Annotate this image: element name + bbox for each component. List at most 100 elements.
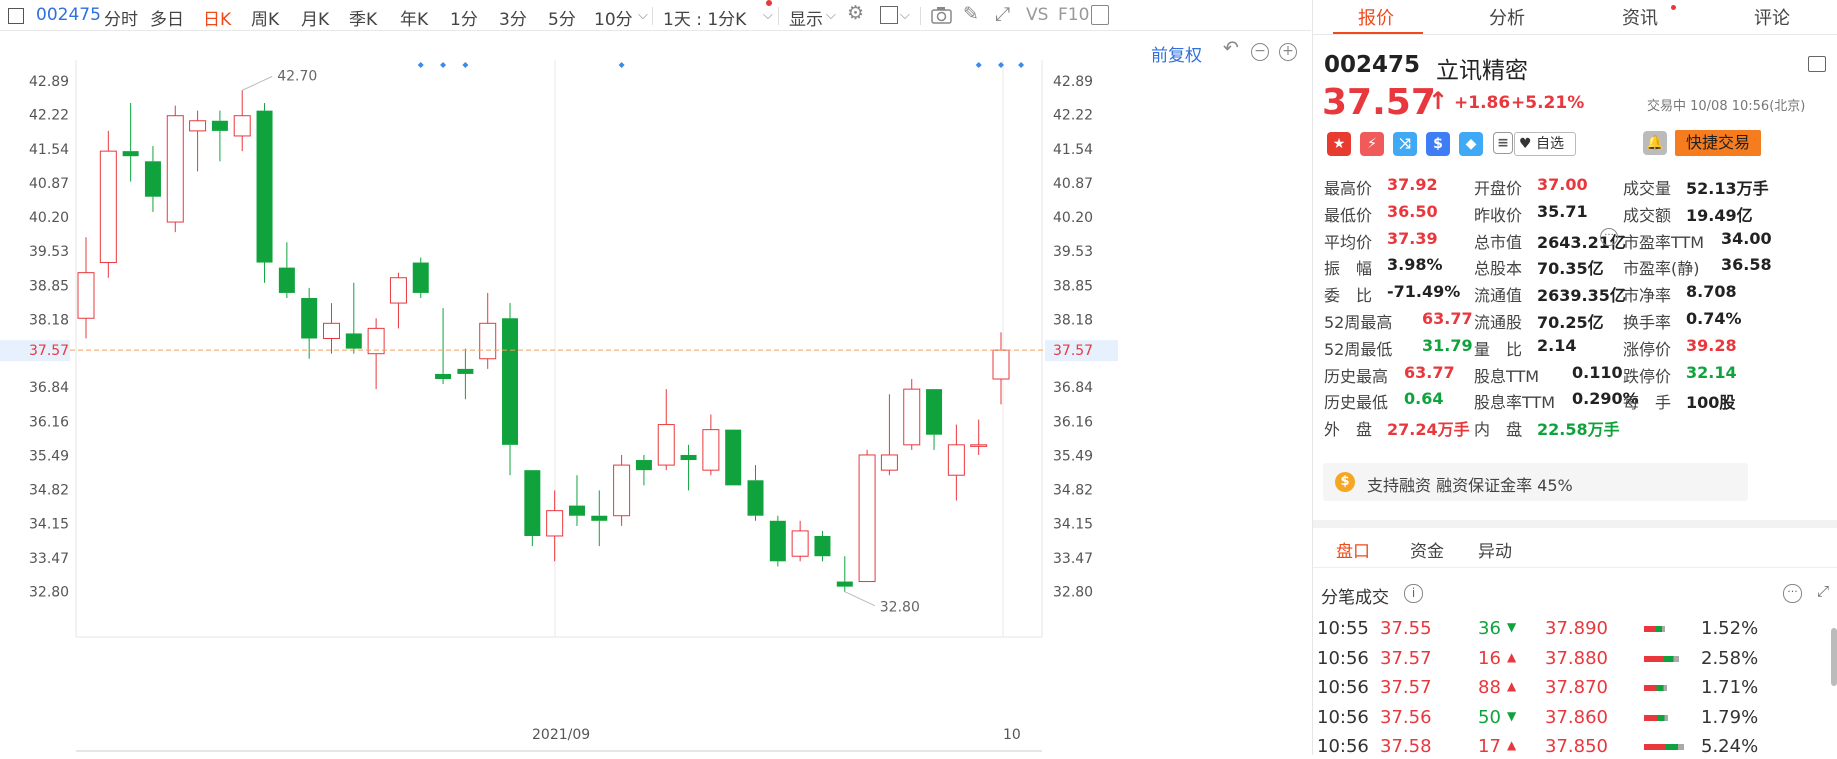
candle-body[interactable] [769,520,786,562]
dollar-icon[interactable]: $ [1426,132,1450,156]
stock-code-link[interactable]: 002475 [36,5,101,25]
quick-trade-button[interactable]: 快捷交易 [1675,130,1761,156]
candle-body[interactable] [725,429,742,486]
candle-body[interactable] [435,373,452,380]
event-marker-icon[interactable] [975,62,982,68]
price-adjust-toggle[interactable]: 前复权 [1151,41,1202,66]
tab-weekly-k[interactable]: 周K [251,5,279,30]
more-icon[interactable]: ··· [1783,584,1802,603]
candle-body[interactable] [233,115,251,137]
tab-10min[interactable]: 10分 [594,5,633,30]
candle-body[interactable] [166,115,184,223]
candle-body[interactable] [591,515,608,521]
reset-icon[interactable]: ↶ [1223,37,1239,59]
color-box-icon[interactable] [880,6,898,24]
chevron-down-icon[interactable]: ⌵ [900,8,910,23]
collapse-icon[interactable]: ⌃ [1513,432,1525,448]
kline-mode-icon[interactable] [8,8,24,24]
more-icon[interactable]: ··· [1600,228,1618,246]
tab-yearly-k[interactable]: 年K [400,5,428,30]
candle-body[interactable] [457,368,474,374]
f10-button[interactable]: F10 [1058,5,1089,25]
candle-body[interactable] [122,151,139,157]
camera-icon[interactable] [931,6,952,24]
fullscreen-icon[interactable]: ⤢ [995,3,1010,25]
tab-news[interactable]: 资讯 [1622,4,1658,30]
interval-select[interactable]: 1天 : 1分K [663,5,746,30]
event-marker-icon[interactable] [417,62,424,68]
candle-body[interactable] [211,120,228,131]
tab-3min[interactable]: 3分 [499,5,527,30]
tab-quarterly-k[interactable]: 季K [349,5,377,30]
expand-icon[interactable]: ⤢ [1817,582,1835,600]
zoom-in-icon[interactable]: + [1279,43,1297,61]
candle-body[interactable] [278,267,295,293]
candle-body[interactable] [970,444,988,447]
candle-body[interactable] [256,110,273,263]
zoom-out-icon[interactable]: − [1251,43,1269,61]
candle-body[interactable] [613,464,631,517]
candle-body[interactable] [479,322,497,360]
tab-1min[interactable]: 1分 [450,5,478,30]
candle-body[interactable] [880,454,898,471]
candle-body[interactable] [791,530,809,557]
subtab-orderbook[interactable]: 盘口 [1336,537,1370,562]
tab-5min[interactable]: 5分 [548,5,576,30]
sidebar-toggle-icon[interactable] [1091,5,1109,25]
candle-body[interactable] [657,424,675,466]
tab-daily-k[interactable]: 日K [203,5,231,30]
tab-quote[interactable]: 报价 [1358,4,1394,30]
event-marker-icon[interactable] [440,62,447,68]
candle-body[interactable] [502,318,519,445]
gear-icon[interactable]: ⚙ [847,2,864,24]
watchlist-button[interactable]: ♥ 自选 [1514,132,1576,156]
document-icon[interactable]: ≡ [1493,132,1513,154]
tab-analysis[interactable]: 分析 [1489,4,1525,30]
kline-chart-svg[interactable]: 42.89 42.89 42.22 42.22 41.54 41.54 40.87 40.87… [0,31,1311,755]
tab-monthly-k[interactable]: 月K [301,5,329,30]
candle-body[interactable] [836,581,853,587]
chevron-down-icon[interactable]: ⌵ [638,8,648,23]
candle-body[interactable] [345,333,362,349]
kline-chart[interactable]: 42.89 42.89 42.22 42.22 41.54 41.54 40.87 40.87… [0,31,1311,755]
subtab-fund-flow[interactable]: 资金 [1410,537,1444,562]
chevron-down-icon[interactable]: ⌵ [826,8,836,23]
event-marker-icon[interactable] [618,62,625,68]
candle-body[interactable] [77,272,95,319]
subtab-anomaly[interactable]: 异动 [1478,537,1512,562]
candle-body[interactable] [546,510,564,537]
candle-body[interactable] [412,262,429,293]
scrollbar-thumb[interactable] [1831,628,1837,686]
candle-body[interactable] [992,349,1010,380]
pencil-icon[interactable]: ✎ [963,3,979,25]
display-menu[interactable]: 显示 [789,5,823,30]
candle-body[interactable] [903,388,921,446]
shuffle-icon[interactable]: ⤨ [1393,132,1417,156]
tab-timeshare[interactable]: 分时 [104,5,138,30]
candle-body[interactable] [524,470,541,536]
candle-body[interactable] [926,389,943,435]
vs-compare-button[interactable]: VS [1026,5,1048,25]
candle-body[interactable] [747,480,764,516]
tab-comments[interactable]: 评论 [1754,4,1790,30]
bell-icon[interactable]: 🔔 [1643,131,1667,155]
candle-body[interactable] [144,161,161,197]
info-icon[interactable]: i [1404,584,1423,603]
tab-multi-day[interactable]: 多日 [150,5,184,30]
candle-body[interactable] [568,505,585,516]
candle-body[interactable] [702,429,720,471]
chevron-down-icon[interactable]: ⌵ [763,8,773,23]
candle-body[interactable] [814,535,831,557]
event-marker-icon[interactable] [462,62,469,68]
candle-body[interactable] [858,454,876,583]
detail-icon[interactable] [1808,56,1826,72]
candle-body[interactable] [322,322,340,339]
tag-icon[interactable]: ◆ [1459,132,1483,156]
candle-body[interactable] [635,460,652,471]
candle-body[interactable] [680,454,697,461]
candle-body[interactable] [301,297,318,339]
candle-body[interactable] [389,277,407,304]
hk-connect-icon[interactable]: ⚡ [1360,132,1384,156]
candle-body[interactable] [947,444,965,476]
candle-body[interactable] [99,150,117,264]
